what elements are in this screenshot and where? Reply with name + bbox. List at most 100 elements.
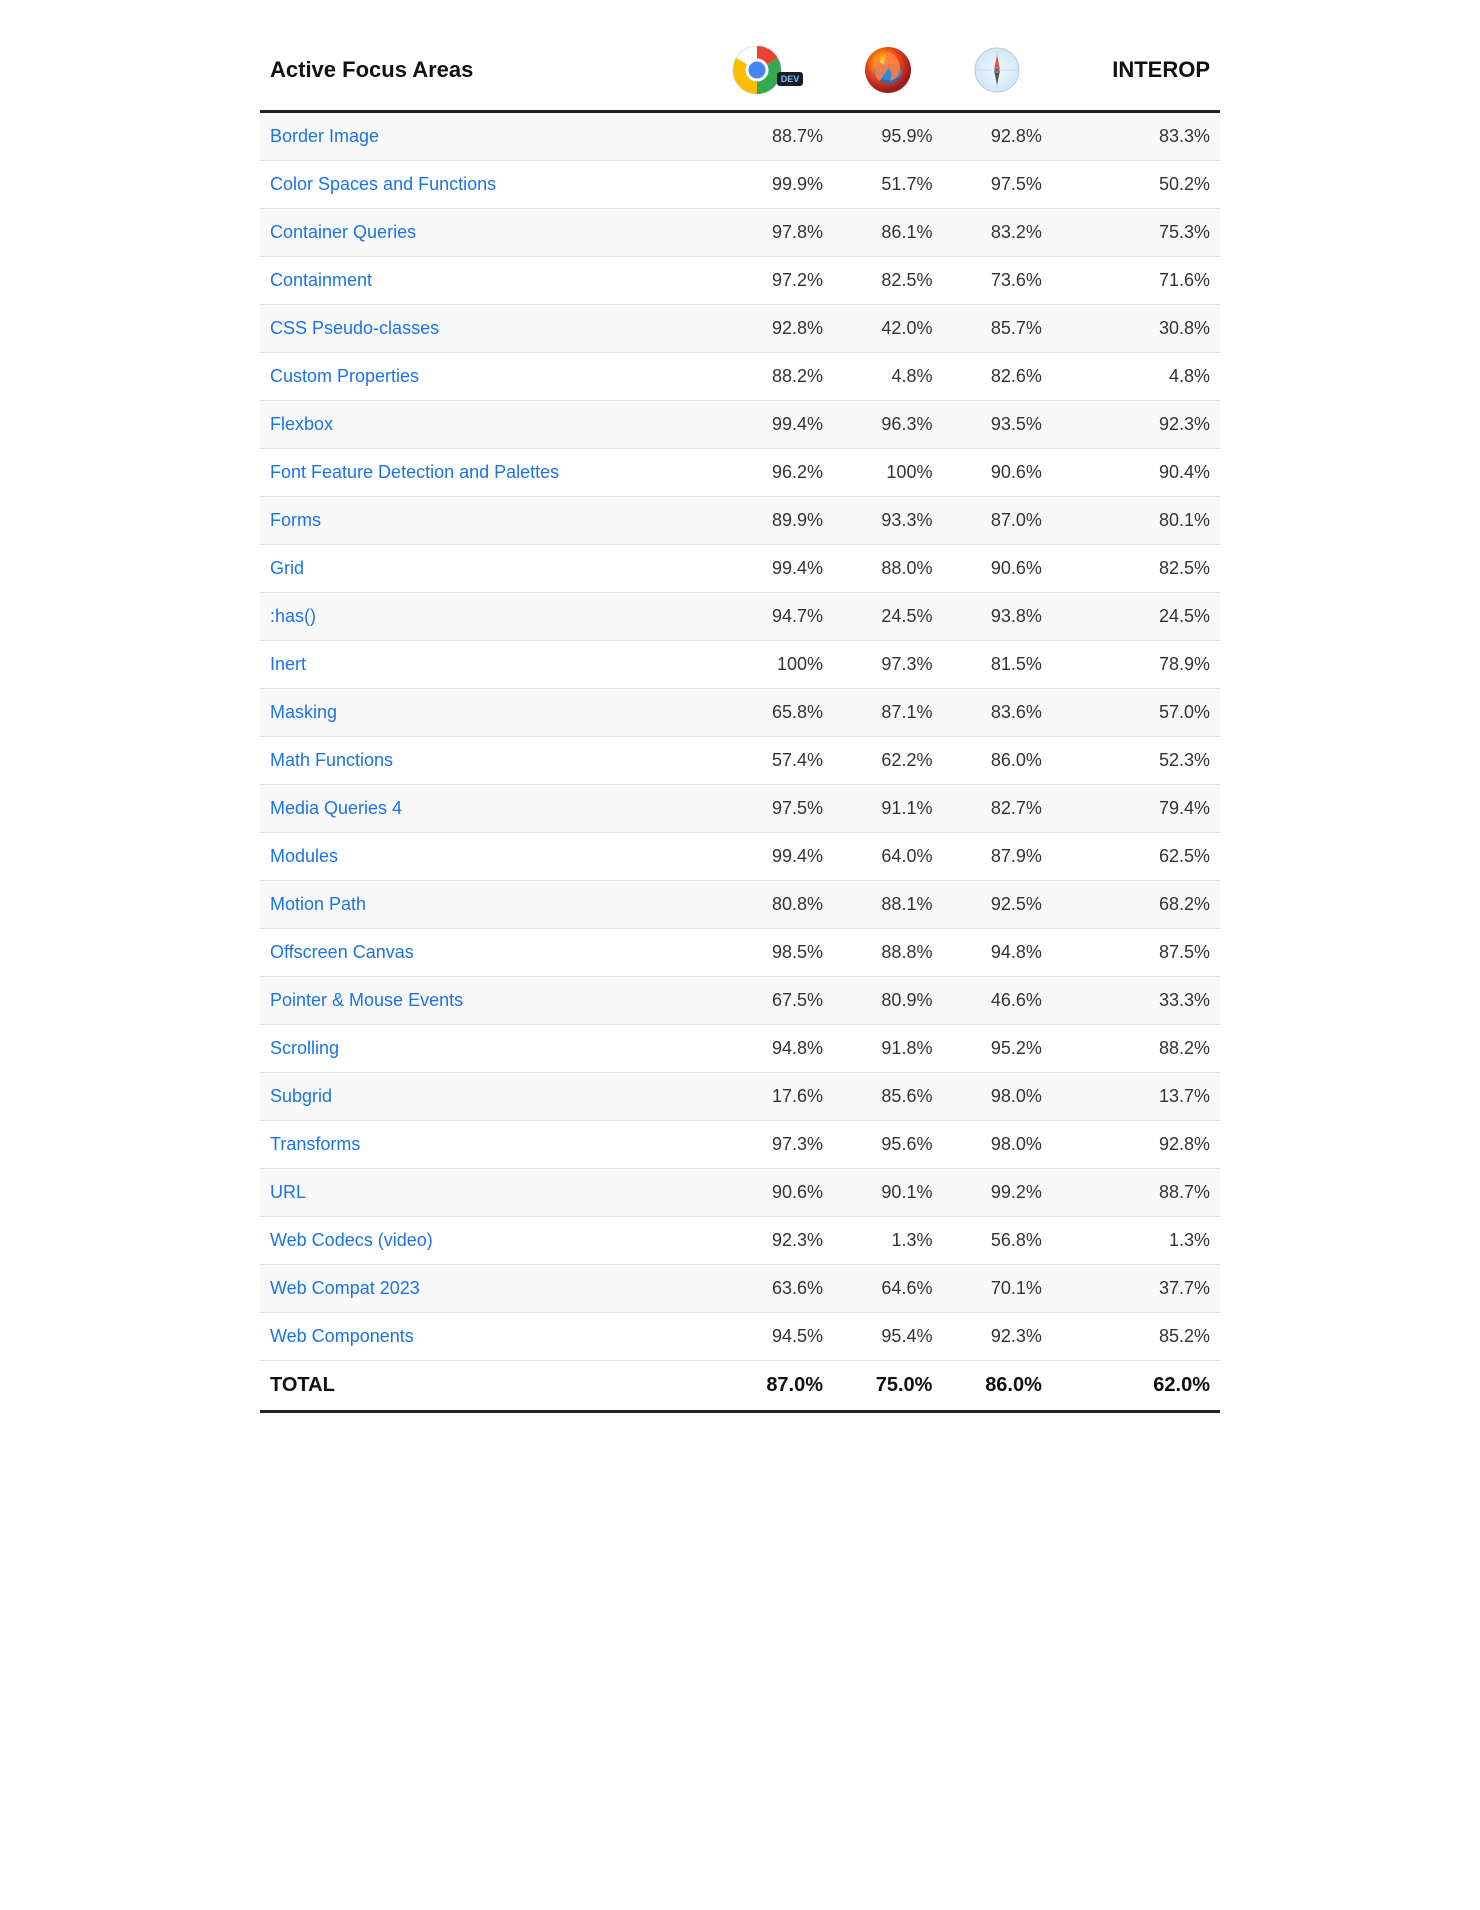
row-firefox: 51.7% — [833, 161, 942, 209]
row-name[interactable]: CSS Pseudo-classes — [260, 305, 701, 353]
row-name[interactable]: Math Functions — [260, 737, 701, 785]
table-row: Border Image88.7%95.9%92.8%83.3% — [260, 112, 1220, 161]
total-firefox: 75.0% — [833, 1361, 942, 1412]
total-safari: 86.0% — [942, 1361, 1051, 1412]
row-chrome: 63.6% — [701, 1265, 833, 1313]
row-firefox: 96.3% — [833, 401, 942, 449]
row-safari: 92.3% — [942, 1313, 1051, 1361]
row-chrome: 99.9% — [701, 161, 833, 209]
row-firefox: 82.5% — [833, 257, 942, 305]
row-name[interactable]: Motion Path — [260, 881, 701, 929]
row-interop: 87.5% — [1052, 929, 1220, 977]
row-safari: 92.8% — [942, 112, 1051, 161]
row-interop: 24.5% — [1052, 593, 1220, 641]
table-row: Transforms97.3%95.6%98.0%92.8% — [260, 1121, 1220, 1169]
row-chrome: 67.5% — [701, 977, 833, 1025]
row-interop: 71.6% — [1052, 257, 1220, 305]
row-name[interactable]: Subgrid — [260, 1073, 701, 1121]
row-firefox: 4.8% — [833, 353, 942, 401]
row-safari: 98.0% — [942, 1073, 1051, 1121]
row-safari: 85.7% — [942, 305, 1051, 353]
row-interop: 33.3% — [1052, 977, 1220, 1025]
table-row: Web Codecs (video)92.3%1.3%56.8%1.3% — [260, 1217, 1220, 1265]
row-firefox: 85.6% — [833, 1073, 942, 1121]
row-name[interactable]: Border Image — [260, 112, 701, 161]
row-name[interactable]: Offscreen Canvas — [260, 929, 701, 977]
row-name[interactable]: Transforms — [260, 1121, 701, 1169]
row-firefox: 91.8% — [833, 1025, 942, 1073]
row-safari: 93.8% — [942, 593, 1051, 641]
row-interop: 88.2% — [1052, 1025, 1220, 1073]
row-interop: 4.8% — [1052, 353, 1220, 401]
row-firefox: 80.9% — [833, 977, 942, 1025]
table-row: Color Spaces and Functions99.9%51.7%97.5… — [260, 161, 1220, 209]
row-chrome: 94.5% — [701, 1313, 833, 1361]
row-safari: 87.0% — [942, 497, 1051, 545]
table-row: CSS Pseudo-classes92.8%42.0%85.7%30.8% — [260, 305, 1220, 353]
row-firefox: 100% — [833, 449, 942, 497]
row-name[interactable]: Grid — [260, 545, 701, 593]
row-chrome: 97.8% — [701, 209, 833, 257]
row-name[interactable]: URL — [260, 1169, 701, 1217]
row-name[interactable]: :has() — [260, 593, 701, 641]
row-name[interactable]: Web Compat 2023 — [260, 1265, 701, 1313]
safari-icon-wrapper — [952, 47, 1041, 93]
table-row: Scrolling94.8%91.8%95.2%88.2% — [260, 1025, 1220, 1073]
header-chrome: DEV — [701, 30, 833, 112]
row-interop: 88.7% — [1052, 1169, 1220, 1217]
row-name[interactable]: Containment — [260, 257, 701, 305]
row-chrome: 97.2% — [701, 257, 833, 305]
focus-areas-table: Active Focus Areas — [260, 30, 1220, 1413]
total-label: TOTAL — [260, 1361, 701, 1412]
row-name[interactable]: Inert — [260, 641, 701, 689]
row-firefox: 95.6% — [833, 1121, 942, 1169]
header-interop: INTEROP — [1052, 30, 1220, 112]
row-name[interactable]: Font Feature Detection and Palettes — [260, 449, 701, 497]
row-chrome: 90.6% — [701, 1169, 833, 1217]
row-safari: 97.5% — [942, 161, 1051, 209]
row-interop: 83.3% — [1052, 112, 1220, 161]
row-name[interactable]: Web Codecs (video) — [260, 1217, 701, 1265]
row-safari: 83.6% — [942, 689, 1051, 737]
row-name[interactable]: Flexbox — [260, 401, 701, 449]
row-interop: 52.3% — [1052, 737, 1220, 785]
chrome-svg — [731, 44, 783, 96]
row-chrome: 97.3% — [701, 1121, 833, 1169]
row-firefox: 88.0% — [833, 545, 942, 593]
row-safari: 82.7% — [942, 785, 1051, 833]
row-safari: 92.5% — [942, 881, 1051, 929]
table-row: Container Queries97.8%86.1%83.2%75.3% — [260, 209, 1220, 257]
row-interop: 78.9% — [1052, 641, 1220, 689]
row-name[interactable]: Pointer & Mouse Events — [260, 977, 701, 1025]
row-firefox: 87.1% — [833, 689, 942, 737]
total-row: TOTAL87.0%75.0%86.0%62.0% — [260, 1361, 1220, 1412]
row-firefox: 91.1% — [833, 785, 942, 833]
row-name[interactable]: Custom Properties — [260, 353, 701, 401]
table-row: Media Queries 497.5%91.1%82.7%79.4% — [260, 785, 1220, 833]
row-name[interactable]: Scrolling — [260, 1025, 701, 1073]
row-firefox: 97.3% — [833, 641, 942, 689]
row-name[interactable]: Forms — [260, 497, 701, 545]
row-safari: 95.2% — [942, 1025, 1051, 1073]
row-name[interactable]: Media Queries 4 — [260, 785, 701, 833]
row-safari: 87.9% — [942, 833, 1051, 881]
row-name[interactable]: Modules — [260, 833, 701, 881]
row-name[interactable]: Color Spaces and Functions — [260, 161, 701, 209]
row-firefox: 42.0% — [833, 305, 942, 353]
row-safari: 90.6% — [942, 449, 1051, 497]
firefox-icon-wrapper — [843, 46, 932, 94]
row-name[interactable]: Container Queries — [260, 209, 701, 257]
row-name[interactable]: Web Components — [260, 1313, 701, 1361]
row-firefox: 88.8% — [833, 929, 942, 977]
table-row: :has()94.7%24.5%93.8%24.5% — [260, 593, 1220, 641]
row-chrome: 57.4% — [701, 737, 833, 785]
row-chrome: 96.2% — [701, 449, 833, 497]
header-title: Active Focus Areas — [260, 30, 701, 112]
row-name[interactable]: Masking — [260, 689, 701, 737]
table-row: Web Compat 202363.6%64.6%70.1%37.7% — [260, 1265, 1220, 1313]
row-safari: 81.5% — [942, 641, 1051, 689]
table-row: Modules99.4%64.0%87.9%62.5% — [260, 833, 1220, 881]
row-chrome: 98.5% — [701, 929, 833, 977]
row-firefox: 93.3% — [833, 497, 942, 545]
row-firefox: 95.9% — [833, 112, 942, 161]
